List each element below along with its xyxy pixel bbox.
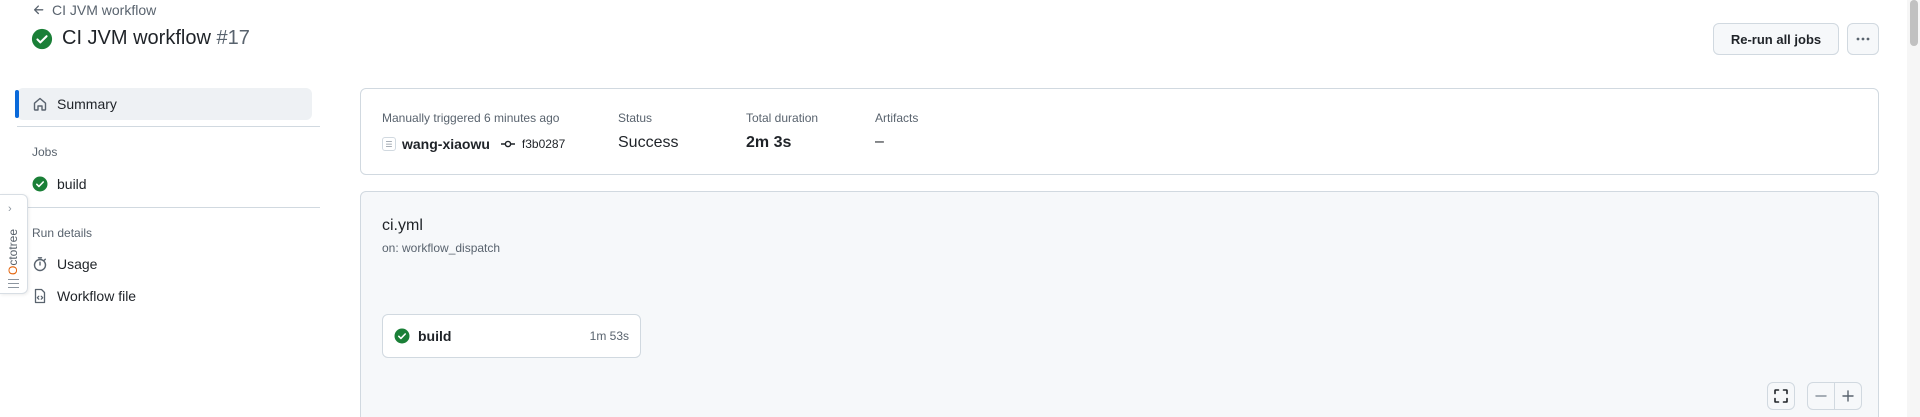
fullscreen-button[interactable]	[1767, 382, 1795, 410]
sidebar-item-label: Workflow file	[57, 288, 137, 304]
octotree-label: Octotree	[6, 228, 20, 275]
sidebar-item-label: build	[57, 176, 87, 192]
sidebar-item-summary[interactable]: Summary	[15, 88, 312, 120]
page-scrollbar[interactable]	[1907, 0, 1920, 417]
avatar[interactable]: ☰	[382, 137, 396, 151]
jobs-heading: Jobs	[32, 145, 58, 159]
page-title: CI JVM workflow #17	[62, 27, 250, 50]
trigger-details: ☰ wang-xiaowu f3b0287	[382, 136, 565, 152]
workflow-trigger: on: workflow_dispatch	[382, 241, 501, 255]
workflow-graph-card: ci.yml on: workflow_dispatch build 1m 53…	[360, 191, 1879, 417]
trigger-label: Manually triggered 6 minutes ago	[382, 111, 560, 125]
sidebar-item-usage[interactable]: Usage	[32, 256, 97, 272]
git-commit-icon	[500, 140, 515, 148]
job-duration: 1m 53s	[589, 329, 629, 343]
screen-full-icon	[1774, 389, 1788, 403]
zoom-out-button[interactable]	[1807, 382, 1835, 410]
workflow-file-name: ci.yml	[382, 217, 423, 234]
home-icon	[33, 97, 47, 111]
plus-icon	[1842, 390, 1854, 402]
zoom-in-button[interactable]	[1834, 382, 1862, 410]
chevron-right-icon: ›	[8, 203, 12, 215]
workflow-name: CI JVM workflow	[62, 27, 211, 49]
artifacts-label: Artifacts	[875, 111, 919, 125]
check-circle-fill-icon	[31, 28, 53, 49]
stopwatch-icon	[33, 257, 47, 272]
sidebar-item-label: Usage	[57, 256, 98, 272]
job-node-build[interactable]: build 1m 53s	[382, 314, 641, 358]
check-circle-fill-icon	[32, 176, 48, 192]
back-link-label: CI JVM workflow	[52, 2, 157, 18]
sidebar-item-label: Summary	[57, 96, 117, 112]
job-name: build	[418, 328, 452, 344]
dash-icon	[1815, 395, 1827, 397]
sidebar-item-job-build[interactable]: build	[32, 176, 87, 192]
octotree-toggle[interactable]: › Octotree	[0, 194, 28, 294]
duration-value: 2m 3s	[746, 134, 792, 151]
check-circle-fill-icon	[394, 328, 410, 344]
sidebar-divider	[17, 207, 320, 208]
actor-link[interactable]: wang-xiaowu	[402, 136, 490, 152]
status-label: Status	[618, 111, 653, 125]
more-options-button[interactable]	[1847, 23, 1879, 55]
status-value: Success	[618, 134, 679, 151]
commit-sha-link[interactable]: f3b0287	[522, 137, 565, 151]
scrollbar-thumb[interactable]	[1910, 0, 1918, 46]
duration-label: Total duration	[746, 111, 819, 125]
page-title-row: CI JVM workflow #17	[31, 27, 250, 50]
run-summary-card: Manually triggered 6 minutes ago ☰ wang-…	[360, 88, 1879, 175]
back-to-workflow-link[interactable]: CI JVM workflow	[32, 2, 156, 18]
sidebar-divider	[17, 126, 320, 127]
hamburger-icon	[8, 279, 19, 291]
rerun-all-jobs-button[interactable]: Re-run all jobs	[1713, 23, 1839, 55]
file-code-icon	[34, 288, 46, 304]
sidebar-item-workflow-file[interactable]: Workflow file	[32, 288, 136, 304]
run-number: #17	[216, 27, 250, 49]
artifacts-value: –	[875, 133, 884, 150]
arrow-left-icon	[33, 5, 44, 15]
active-indicator	[15, 90, 19, 118]
run-details-heading: Run details	[32, 226, 93, 240]
kebab-horizontal-icon	[1856, 37, 1870, 41]
